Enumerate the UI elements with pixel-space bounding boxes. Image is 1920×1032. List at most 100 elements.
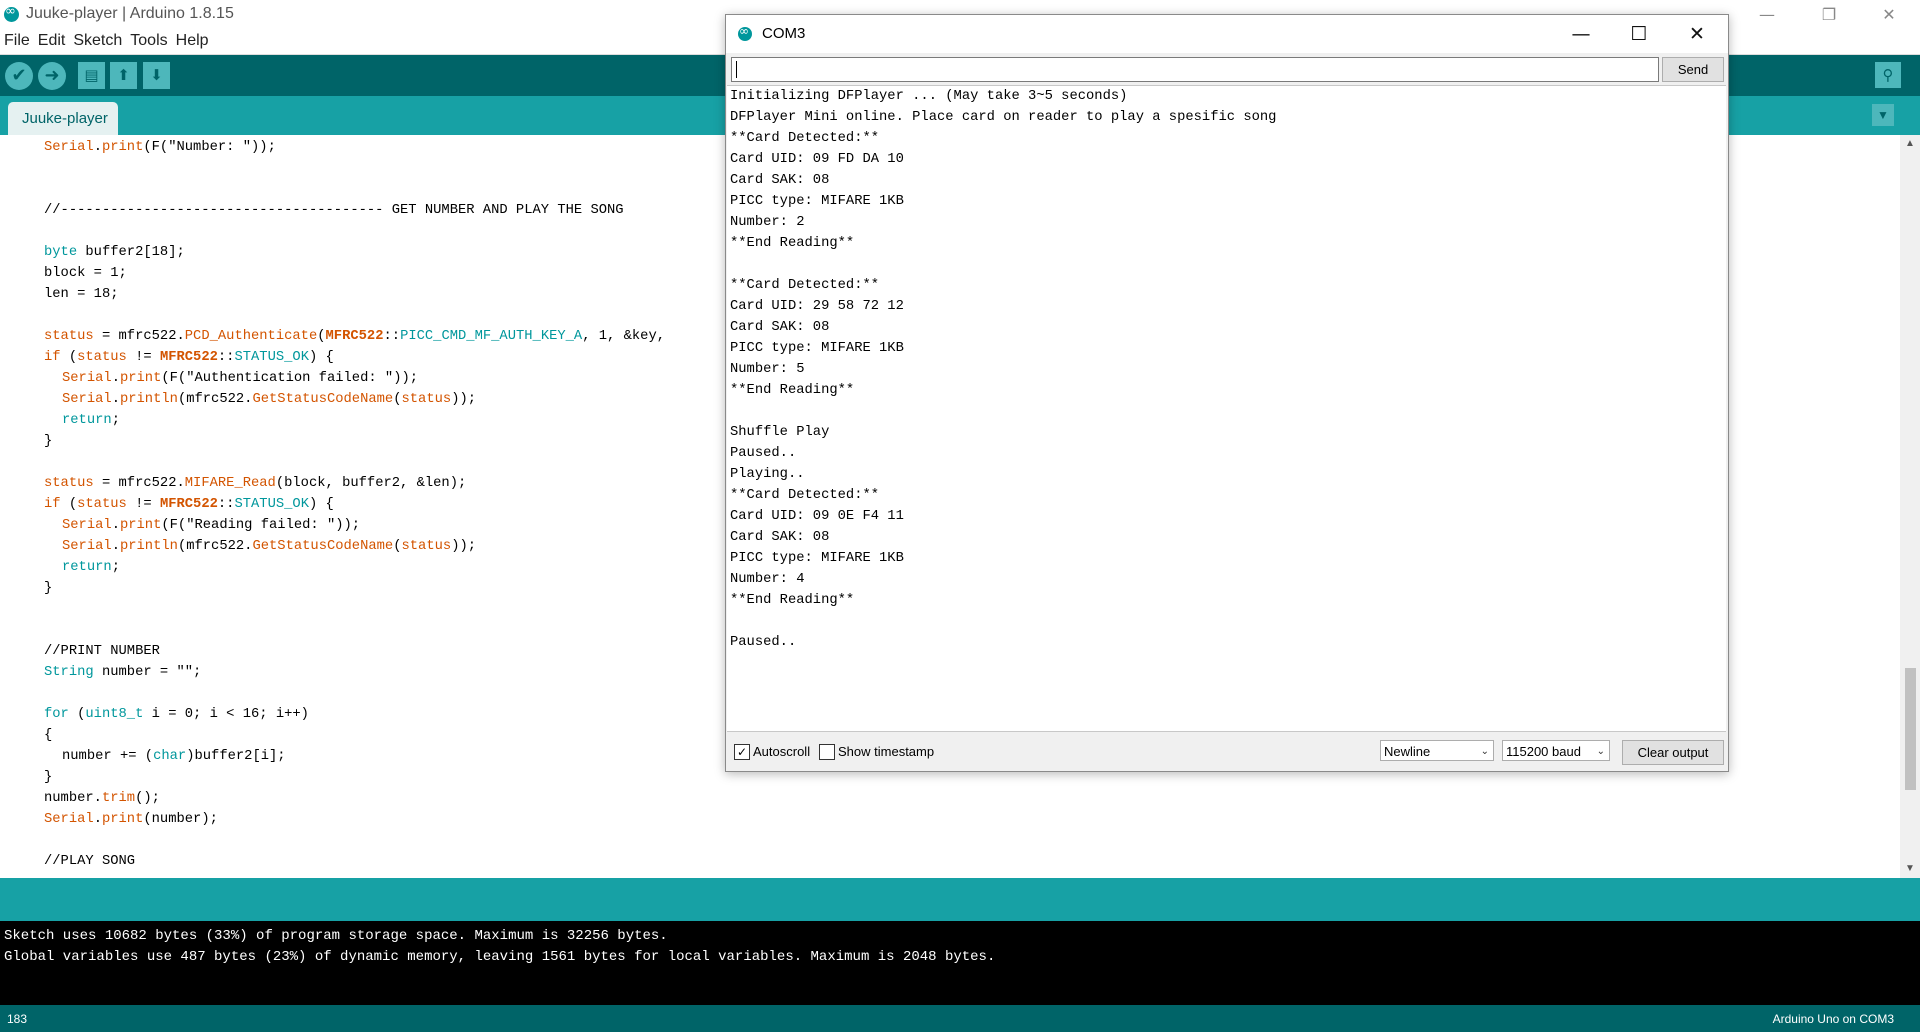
send-button[interactable]: Send bbox=[1662, 57, 1724, 82]
menu-file[interactable]: File bbox=[0, 29, 34, 50]
scroll-down-icon[interactable]: ▼ bbox=[1900, 860, 1920, 878]
baud-rate-value: 115200 baud bbox=[1506, 744, 1581, 759]
output-line: Number: 4 bbox=[730, 572, 805, 587]
output-line: Card UID: 09 0E F4 11 bbox=[730, 509, 904, 524]
autoscroll-checkbox[interactable]: ✓ bbox=[734, 744, 750, 760]
code-line: Serial.print(F("Reading failed: ")); bbox=[62, 518, 361, 533]
menu-tools[interactable]: Tools bbox=[126, 29, 171, 50]
code-line: status = mfrc522.MIFARE_Read(block, buff… bbox=[44, 476, 467, 491]
chevron-down-icon: ⌄ bbox=[1596, 746, 1605, 757]
code-line: if (status != MFRC522::STATUS_OK) { bbox=[44, 350, 334, 365]
open-sketch-button[interactable]: ⬆ bbox=[110, 62, 137, 89]
new-sketch-button[interactable]: ▤ bbox=[78, 62, 105, 89]
clear-output-button[interactable]: Clear output bbox=[1622, 740, 1724, 765]
output-line: **End Reading** bbox=[730, 383, 855, 398]
minimize-button[interactable]: — bbox=[1744, 0, 1790, 29]
output-line: **Card Detected:** bbox=[730, 131, 880, 146]
serial-bottom-bar: ✓ Autoscroll Show timestamp Newline ⌄ 11… bbox=[726, 733, 1728, 771]
build-console: Sketch uses 10682 bytes (33%) of program… bbox=[0, 921, 1920, 1005]
code-line: } bbox=[44, 770, 53, 785]
console-line: Sketch uses 10682 bytes (33%) of program… bbox=[4, 928, 668, 944]
magnifier-icon: ⚲ bbox=[1882, 66, 1894, 84]
serial-minimize-button[interactable]: — bbox=[1552, 15, 1610, 53]
output-line: Card SAK: 08 bbox=[730, 530, 830, 545]
code-line: return; bbox=[62, 413, 120, 428]
code-line: Serial.print(number); bbox=[44, 812, 218, 827]
autoscroll-label: Autoscroll bbox=[753, 744, 811, 759]
upload-arrow-icon: ➜ bbox=[44, 65, 60, 86]
upload-button[interactable]: ➜ bbox=[38, 62, 66, 90]
serial-monitor-button[interactable]: ⚲ bbox=[1875, 62, 1901, 88]
serial-close-button[interactable]: ✕ bbox=[1668, 15, 1726, 53]
line-ending-value: Newline bbox=[1384, 744, 1431, 759]
chevron-down-icon: ▼ bbox=[1877, 108, 1889, 122]
code-line: //PLAY SONG bbox=[44, 854, 136, 869]
output-line: Card UID: 29 58 72 12 bbox=[730, 299, 904, 314]
code-line: return; bbox=[62, 560, 120, 575]
code-line: number.trim(); bbox=[44, 791, 160, 806]
code-line: //PRINT NUMBER bbox=[44, 644, 160, 659]
window-title: Juuke-player | Arduino 1.8.15 bbox=[26, 5, 234, 22]
code-line: //--------------------------------------… bbox=[44, 203, 624, 218]
scrollbar-thumb[interactable] bbox=[1905, 668, 1916, 790]
open-arrow-up-icon: ⬆ bbox=[117, 66, 130, 84]
new-file-icon: ▤ bbox=[84, 66, 99, 84]
menu-edit[interactable]: Edit bbox=[34, 29, 70, 50]
verify-icon: ✔ bbox=[11, 65, 27, 86]
output-line: Card UID: 09 FD DA 10 bbox=[730, 152, 904, 167]
line-ending-select[interactable]: Newline ⌄ bbox=[1380, 740, 1494, 761]
text-caret bbox=[736, 61, 737, 78]
output-line: Card SAK: 08 bbox=[730, 173, 830, 188]
serial-maximize-button[interactable]: ☐ bbox=[1610, 15, 1668, 53]
code-line: number += (char)buffer2[i]; bbox=[62, 749, 286, 764]
output-line: Paused.. bbox=[730, 635, 797, 650]
timestamp-checkbox[interactable] bbox=[819, 744, 835, 760]
code-line: Serial.println(mfrc522.GetStatusCodeName… bbox=[62, 539, 477, 554]
output-line: Playing.. bbox=[730, 467, 805, 482]
board-port-label: Arduino Uno on COM3 bbox=[1772, 1012, 1894, 1026]
serial-send-input[interactable] bbox=[731, 57, 1659, 82]
code-line: String number = ""; bbox=[44, 665, 202, 680]
scroll-up-icon[interactable]: ▲ bbox=[1900, 135, 1920, 153]
arduino-logo-icon bbox=[738, 24, 752, 41]
close-button[interactable]: ✕ bbox=[1866, 0, 1912, 29]
code-line: byte buffer2[18]; bbox=[44, 245, 185, 260]
output-line: PICC type: MIFARE 1KB bbox=[730, 551, 904, 566]
output-line: Shuffle Play bbox=[730, 425, 830, 440]
output-line: **End Reading** bbox=[730, 593, 855, 608]
serial-output[interactable]: Initializing DFPlayer ... (May take 3~5 … bbox=[727, 85, 1726, 732]
serial-window-title: COM3 bbox=[762, 25, 806, 42]
code-line: Serial.println(mfrc522.GetStatusCodeName… bbox=[62, 392, 477, 407]
tab-menu-button[interactable]: ▼ bbox=[1872, 104, 1894, 126]
verify-button[interactable]: ✔ bbox=[5, 62, 33, 90]
output-line: **Card Detected:** bbox=[730, 278, 880, 293]
serial-monitor-window: COM3 — ☐ ✕ Send Initializing DFPlayer ..… bbox=[725, 14, 1729, 772]
output-line: **End Reading** bbox=[730, 236, 855, 251]
code-line: for (uint8_t i = 0; i < 16; i++) bbox=[44, 707, 309, 722]
output-line: PICC type: MIFARE 1KB bbox=[730, 341, 904, 356]
arduino-logo-icon bbox=[4, 4, 19, 22]
save-arrow-down-icon: ⬇ bbox=[150, 66, 163, 84]
output-line: Number: 5 bbox=[730, 362, 805, 377]
restore-button[interactable]: ❐ bbox=[1806, 0, 1852, 29]
output-line: PICC type: MIFARE 1KB bbox=[730, 194, 904, 209]
serial-title-bar: COM3 — ☐ ✕ bbox=[726, 15, 1728, 53]
code-line: if (status != MFRC522::STATUS_OK) { bbox=[44, 497, 334, 512]
output-line: DFPlayer Mini online. Place card on read… bbox=[730, 110, 1277, 125]
tab-juuke-player[interactable]: Juuke-player bbox=[8, 102, 118, 135]
baud-rate-select[interactable]: 115200 baud ⌄ bbox=[1502, 740, 1610, 761]
output-line: **Card Detected:** bbox=[730, 488, 880, 503]
code-line: } bbox=[44, 434, 53, 449]
code-line: } bbox=[44, 581, 53, 596]
code-line: status = mfrc522.PCD_Authenticate(MFRC52… bbox=[44, 329, 666, 344]
code-line: block = 1; bbox=[44, 266, 127, 281]
output-line: Number: 2 bbox=[730, 215, 805, 230]
menu-sketch[interactable]: Sketch bbox=[69, 29, 126, 50]
console-line: Global variables use 487 bytes (23%) of … bbox=[4, 949, 996, 965]
output-line: Paused.. bbox=[730, 446, 797, 461]
menu-help[interactable]: Help bbox=[172, 29, 213, 50]
editor-scrollbar[interactable]: ▲ ▼ bbox=[1900, 135, 1920, 878]
timestamp-label: Show timestamp bbox=[838, 744, 935, 759]
code-line: { bbox=[44, 728, 53, 743]
save-sketch-button[interactable]: ⬇ bbox=[143, 62, 170, 89]
